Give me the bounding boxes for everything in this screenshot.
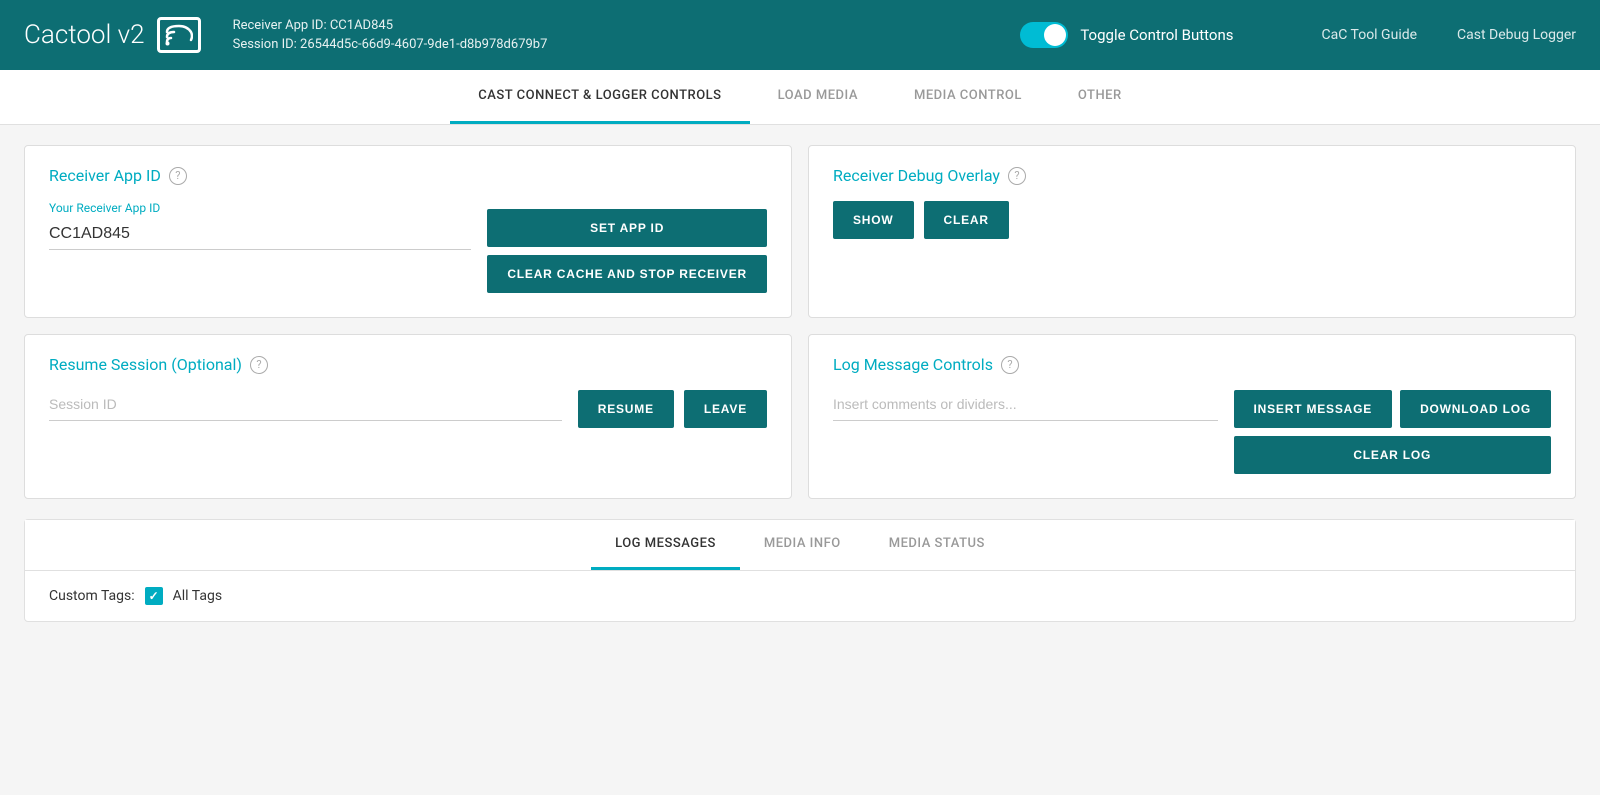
toggle-label: Toggle Control Buttons [1080,26,1233,44]
tab-media-control[interactable]: MEDIA CONTROL [886,70,1050,124]
all-tags-checkbox[interactable] [145,587,163,605]
log-message-controls-card: Log Message Controls ? INSERT MESSAGE DO… [808,334,1576,499]
log-message-help-icon[interactable]: ? [1001,356,1019,374]
toggle-control-buttons[interactable]: Toggle Control Buttons [1020,22,1233,48]
resume-session-help-icon[interactable]: ? [250,356,268,374]
resume-session-body: RESUME LEAVE [49,390,767,428]
session-id-input[interactable] [49,390,562,421]
log-tab-bar: LOG MESSAGES MEDIA INFO MEDIA STATUS [25,520,1575,571]
receiver-debug-help-icon[interactable]: ? [1008,167,1026,185]
resume-button[interactable]: RESUME [578,390,674,428]
tab-other[interactable]: OTHER [1050,70,1150,124]
custom-tags-label: Custom Tags: [49,588,135,604]
log-section: LOG MESSAGES MEDIA INFO MEDIA STATUS Cus… [24,519,1576,622]
toggle-switch[interactable] [1020,22,1068,48]
receiver-debug-overlay-card: Receiver Debug Overlay ? SHOW CLEAR [808,145,1576,318]
cards-grid: Receiver App ID ? Your Receiver App ID S… [24,145,1576,499]
tab-log-messages[interactable]: LOG MESSAGES [591,520,740,570]
header-info: Receiver App ID: CC1AD845 Session ID: 26… [233,16,548,55]
leave-button[interactable]: LEAVE [684,390,767,428]
receiver-app-id-line: Receiver App ID: CC1AD845 [233,16,548,36]
show-debug-button[interactable]: SHOW [833,201,914,239]
tab-media-info[interactable]: MEDIA INFO [740,520,865,570]
logo: Cactool v2 [24,17,201,53]
cac-tool-guide-link[interactable]: CaC Tool Guide [1322,27,1418,43]
receiver-app-id-help-icon[interactable]: ? [169,167,187,185]
custom-tags-row: Custom Tags: All Tags [49,587,1551,605]
clear-debug-button[interactable]: CLEAR [924,201,1009,239]
tab-cast-connect-logger-controls[interactable]: CAST CONNECT & LOGGER CONTROLS [450,70,749,124]
receiver-app-id-body: Your Receiver App ID SET APP ID CLEAR CA… [49,201,767,293]
insert-message-button[interactable]: INSERT MESSAGE [1234,390,1393,428]
set-app-id-button[interactable]: SET APP ID [487,209,767,247]
log-message-body: INSERT MESSAGE DOWNLOAD LOG CLEAR LOG [833,390,1551,474]
download-log-button[interactable]: DOWNLOAD LOG [1400,390,1551,428]
clear-cache-button[interactable]: CLEAR CACHE AND STOP RECEIVER [487,255,767,293]
cast-debug-logger-link[interactable]: Cast Debug Logger [1457,27,1576,43]
resume-session-card: Resume Session (Optional) ? RESUME LEAVE [24,334,792,499]
receiver-app-id-input[interactable] [49,219,471,250]
receiver-app-id-title: Receiver App ID ? [49,166,767,185]
logo-text: Cactool v2 [24,20,145,50]
tab-load-media[interactable]: LOAD MEDIA [750,70,886,124]
receiver-app-id-input-label: Your Receiver App ID [49,201,471,215]
receiver-app-id-actions: SET APP ID CLEAR CACHE AND STOP RECEIVER [487,209,767,293]
cast-icon [157,17,201,53]
log-message-input-section [833,390,1218,421]
receiver-debug-overlay-title: Receiver Debug Overlay ? [833,166,1551,185]
clear-log-button[interactable]: CLEAR LOG [1234,436,1551,474]
log-message-controls-title: Log Message Controls ? [833,355,1551,374]
main-content: Receiver App ID ? Your Receiver App ID S… [0,125,1600,642]
tab-media-status[interactable]: MEDIA STATUS [865,520,1009,570]
log-message-top-actions: INSERT MESSAGE DOWNLOAD LOG [1234,390,1551,428]
receiver-app-id-input-section: Your Receiver App ID [49,201,471,250]
log-message-input[interactable] [833,390,1218,421]
all-tags-label: All Tags [173,588,222,604]
resume-session-actions: RESUME LEAVE [578,390,767,428]
resume-session-title: Resume Session (Optional) ? [49,355,767,374]
receiver-debug-actions: SHOW CLEAR [833,201,1551,239]
main-tab-bar: CAST CONNECT & LOGGER CONTROLS LOAD MEDI… [0,70,1600,125]
receiver-app-id-card: Receiver App ID ? Your Receiver App ID S… [24,145,792,318]
log-message-actions: INSERT MESSAGE DOWNLOAD LOG CLEAR LOG [1234,390,1551,474]
app-header: Cactool v2 Receiver App ID: CC1AD845 Ses… [0,0,1600,70]
log-content-area: Custom Tags: All Tags [25,571,1575,621]
session-id-line: Session ID: 26544d5c-66d9-4607-9de1-d8b9… [233,35,548,55]
session-id-input-section [49,390,562,421]
